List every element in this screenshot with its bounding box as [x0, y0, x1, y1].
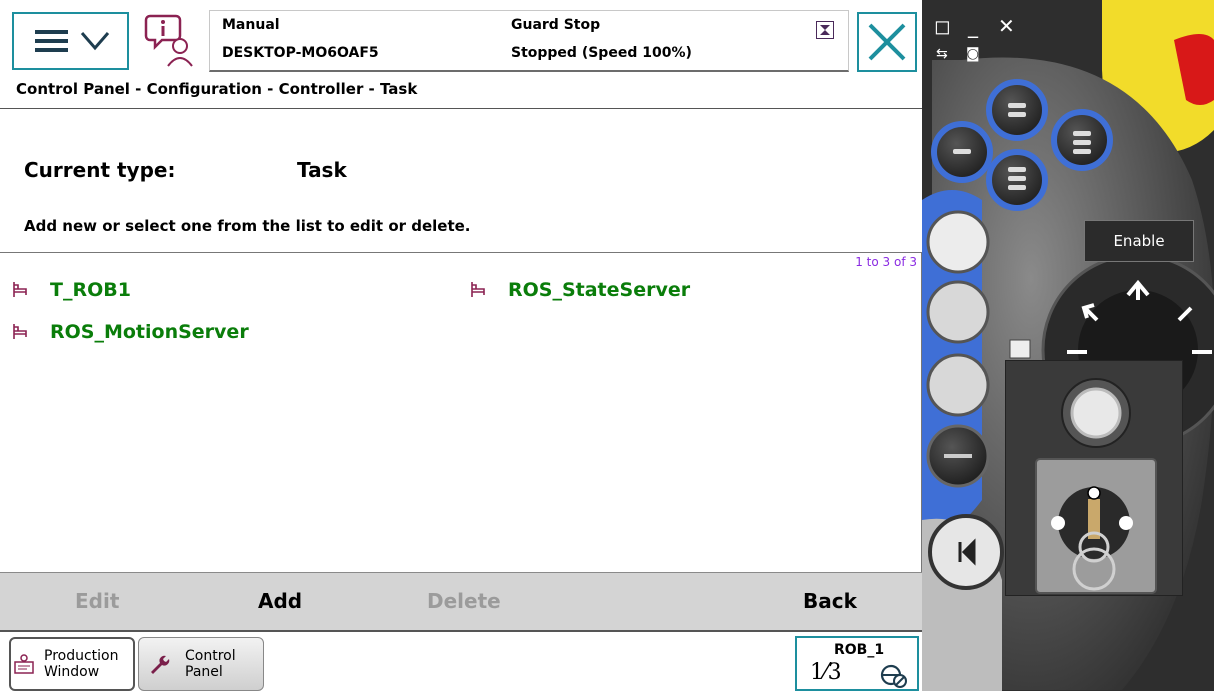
list-count: 1 to 3 of 3 [855, 255, 917, 269]
key-switch-graphic [1035, 378, 1157, 594]
top-bar: Manual DESKTOP-MO6OAF5 Guard Stop Stoppe… [0, 0, 922, 76]
task-icon [13, 282, 27, 297]
close-button[interactable] [857, 12, 917, 72]
control-panel-label-2: Panel [185, 664, 223, 680]
production-window-label-2: Window [44, 664, 100, 680]
jog-robot-icon [880, 664, 907, 688]
task-fraction: 1⁄3 [810, 660, 842, 685]
program-state: Stopped (Speed 100%) [511, 45, 692, 61]
taskbar: Production Window Control Panel ROB_1 1⁄… [0, 632, 922, 691]
camera-icon[interactable]: ◙ [966, 46, 980, 62]
operating-mode: Manual [222, 17, 280, 33]
production-window-label-1: Production [44, 648, 119, 664]
back-button[interactable]: Back [803, 589, 857, 613]
edit-button[interactable]: Edit [75, 589, 119, 613]
status-panel[interactable]: Manual DESKTOP-MO6OAF5 Guard Stop Stoppe… [209, 10, 849, 72]
close-icon [868, 23, 906, 61]
current-type-label: Current type: [24, 158, 176, 182]
task-label: T_ROB1 [50, 279, 131, 301]
minimize-window-icon[interactable]: _ [968, 14, 978, 38]
safety-state: Guard Stop [511, 17, 601, 33]
command-bar: Edit Add Delete Back [0, 572, 922, 632]
breadcrumb: Control Panel - Configuration - Controll… [16, 80, 418, 98]
task-icon [13, 324, 27, 339]
task-icon [471, 282, 485, 297]
pendant-hardware: ◻ _ ✕ ⇆ ◙ Enable [922, 0, 1214, 691]
flexpendant-screen: Manual DESKTOP-MO6OAF5 Guard Stop Stoppe… [0, 0, 922, 691]
add-button[interactable]: Add [258, 589, 302, 613]
abb-menu-button[interactable] [12, 12, 129, 70]
wrench-icon [151, 655, 170, 674]
mechanical-unit-label: ROB_1 [834, 642, 885, 658]
breadcrumb-divider [0, 108, 922, 109]
production-window-button[interactable]: Production Window [9, 637, 135, 691]
current-type-value: Task [297, 158, 347, 182]
quickset-button[interactable]: ROB_1 1⁄3 [795, 636, 919, 691]
list-item[interactable]: ROS_MotionServer [12, 321, 249, 343]
control-panel-button[interactable]: Control Panel [138, 637, 264, 691]
task-label: ROS_StateServer [508, 279, 691, 301]
restore-window-icon[interactable]: ◻ [934, 14, 951, 38]
hamburger-menu-icon [35, 30, 110, 52]
delete-button[interactable]: Delete [427, 589, 501, 613]
task-label: ROS_MotionServer [50, 321, 249, 343]
controller-hostname: DESKTOP-MO6OAF5 [222, 45, 379, 61]
instructions-text: Add new or select one from the list to e… [24, 217, 471, 235]
mode-selector-panel [1005, 360, 1183, 596]
close-window-icon[interactable]: ✕ [998, 14, 1015, 38]
swap-icon[interactable]: ⇆ [936, 46, 948, 62]
list-item[interactable]: T_ROB1 [12, 279, 131, 301]
enable-button[interactable]: Enable [1084, 220, 1194, 262]
event-log-icon[interactable] [142, 12, 200, 70]
production-window-icon [14, 654, 34, 674]
task-list[interactable]: 1 to 3 of 3 T_ROB1 ROS_StateServer ROS_M… [0, 252, 922, 572]
list-item[interactable]: ROS_StateServer [470, 279, 690, 301]
speed-icon [816, 21, 834, 39]
control-panel-label-1: Control [185, 648, 236, 664]
